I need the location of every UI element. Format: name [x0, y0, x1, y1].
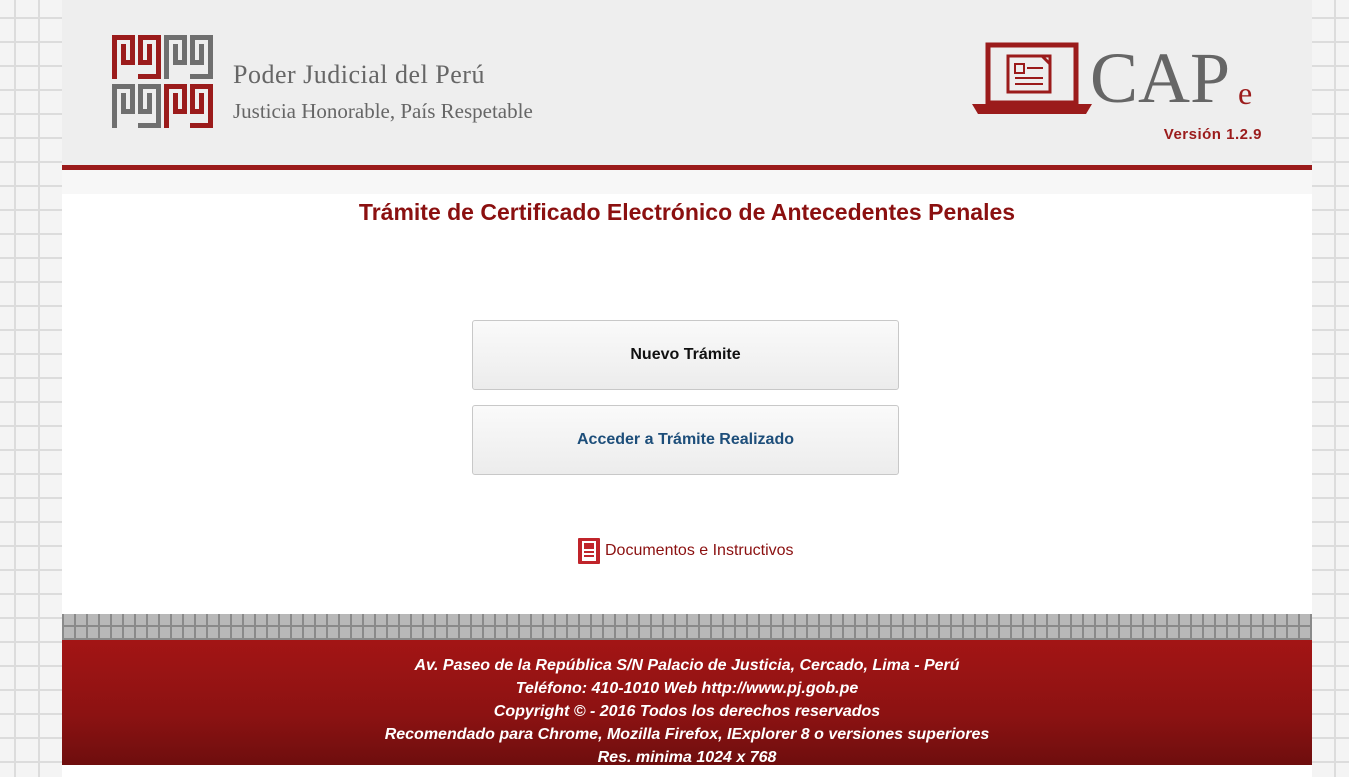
footer-resolution: Res. minima 1024 x 768	[597, 749, 777, 766]
footer: Av. Paseo de la República S/N Palacio de…	[62, 640, 1312, 766]
poder-judicial-logo	[112, 35, 213, 128]
org-name: Poder Judicial del Perú	[233, 60, 485, 89]
cape-logo-suffix: e	[1238, 75, 1253, 111]
footer-pattern	[62, 614, 1312, 640]
cape-logo-text: CAP	[1090, 38, 1231, 118]
header: Poder Judicial del Perú Justicia Honorab…	[62, 0, 1312, 170]
footer-phone: Teléfono: 410-1010 Web http://www.pj.gob…	[515, 680, 859, 697]
footer-copyright: Copyright © - 2016 Todos los derechos re…	[493, 703, 881, 720]
documents-link[interactable]: Documentos e Instructivos	[578, 538, 794, 564]
page-title: Trámite de Certificado Electrónico de An…	[358, 199, 1016, 225]
documents-link-label: Documentos e Instructivos	[605, 542, 794, 559]
access-procedure-button[interactable]: Acceder a Trámite Realizado	[472, 405, 899, 475]
header-band	[62, 170, 1312, 194]
org-motto: Justicia Honorable, País Respetable	[233, 99, 533, 123]
page-container: Poder Judicial del Perú Justicia Honorab…	[62, 0, 1312, 777]
footer-address: Av. Paseo de la República S/N Palacio de…	[414, 657, 960, 674]
footer-browsers: Recomendado para Chrome, Mozilla Firefox…	[384, 726, 990, 743]
document-icon	[578, 538, 600, 564]
new-procedure-button[interactable]: Nuevo Trámite	[472, 320, 899, 390]
version-label: Versión 1.2.9	[1163, 126, 1262, 143]
